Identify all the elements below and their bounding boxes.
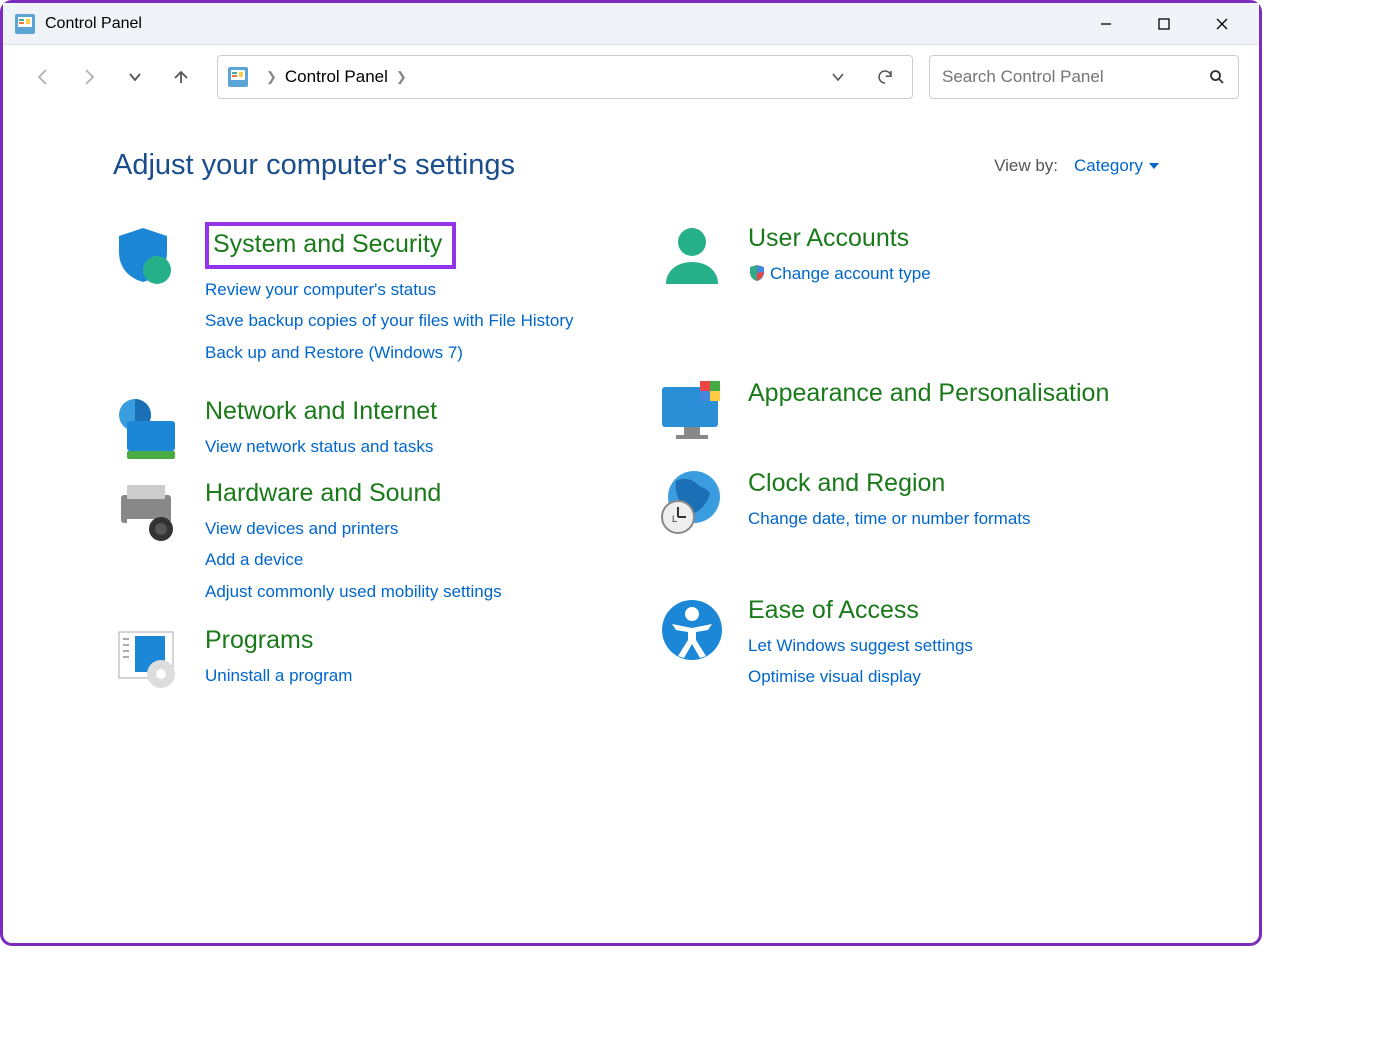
address-dropdown-icon[interactable]	[830, 69, 846, 85]
printer-icon	[113, 477, 185, 549]
toolbar: ❯ Control Panel ❯	[3, 45, 1259, 109]
category-link[interactable]: Change date, time or number formats	[748, 506, 1159, 532]
shield-icon	[113, 222, 185, 294]
chevron-down-icon	[1149, 163, 1159, 169]
category-link[interactable]: Review your computer's status	[205, 277, 616, 303]
titlebar: Control Panel	[3, 3, 1259, 45]
view-by-dropdown[interactable]: Category	[1074, 156, 1159, 176]
category-link[interactable]: Adjust commonly used mobility settings	[205, 579, 616, 605]
category-user-accounts: User Accounts Change account type	[656, 222, 1159, 365]
category-clock-region: L Clock and Region Change date, time or …	[656, 467, 1159, 604]
category-programs: Programs Uninstall a program	[113, 624, 616, 696]
forward-button[interactable]	[69, 57, 109, 97]
address-bar[interactable]: ❯ Control Panel ❯	[217, 55, 913, 99]
back-button[interactable]	[23, 57, 63, 97]
category-link[interactable]: Save backup copies of your files with Fi…	[205, 308, 616, 334]
category-title[interactable]: System and Security	[213, 228, 442, 261]
category-link[interactable]: Change account type	[748, 261, 1159, 287]
window-controls	[1077, 5, 1251, 43]
control-panel-icon	[15, 14, 35, 34]
refresh-icon[interactable]	[876, 68, 894, 86]
category-link[interactable]: Optimise visual display	[748, 664, 1159, 690]
category-link[interactable]: Uninstall a program	[205, 663, 616, 689]
recent-dropdown[interactable]	[115, 57, 155, 97]
breadcrumb-separator: ❯	[266, 69, 277, 85]
view-by-value: Category	[1074, 156, 1143, 176]
category-hardware-sound: Hardware and Sound View devices and prin…	[113, 477, 616, 604]
search-icon[interactable]	[1208, 68, 1226, 86]
category-link[interactable]: Back up and Restore (Windows 7)	[205, 340, 616, 366]
category-network: Network and Internet View network status…	[113, 395, 616, 467]
programs-icon	[113, 624, 185, 696]
view-by-label: View by:	[994, 156, 1058, 176]
globe-clock-icon: L	[656, 467, 728, 539]
content-area: Adjust your computer's settings View by:…	[3, 109, 1259, 736]
category-link[interactable]: Add a device	[205, 547, 616, 573]
up-button[interactable]	[161, 57, 201, 97]
category-appearance: Appearance and Personalisation	[656, 377, 1159, 467]
search-box[interactable]	[929, 55, 1239, 99]
category-link[interactable]: View network status and tasks	[205, 434, 616, 460]
accessibility-icon	[656, 594, 728, 666]
category-title[interactable]: Clock and Region	[748, 467, 945, 500]
monitor-icon	[656, 377, 728, 449]
close-button[interactable]	[1193, 5, 1251, 43]
highlight-annotation: System and Security	[205, 222, 456, 269]
category-title[interactable]: Appearance and Personalisation	[748, 377, 1109, 410]
user-icon	[656, 222, 728, 294]
category-title[interactable]: Programs	[205, 624, 313, 657]
maximize-button[interactable]	[1135, 5, 1193, 43]
breadcrumb-separator: ❯	[396, 69, 407, 85]
category-link[interactable]: Let Windows suggest settings	[748, 633, 1159, 659]
page-heading: Adjust your computer's settings	[113, 149, 515, 182]
network-icon	[113, 395, 185, 467]
category-link[interactable]: View devices and printers	[205, 516, 616, 542]
breadcrumb-item[interactable]: Control Panel	[285, 67, 388, 87]
category-system-security: System and Security Review your computer…	[113, 222, 616, 365]
category-title[interactable]: Ease of Access	[748, 594, 919, 627]
minimize-button[interactable]	[1077, 5, 1135, 43]
svg-text:L: L	[672, 514, 677, 524]
category-title[interactable]: Network and Internet	[205, 395, 437, 428]
window-title: Control Panel	[45, 15, 142, 33]
link-text: Change account type	[770, 264, 931, 283]
category-title[interactable]: User Accounts	[748, 222, 909, 255]
category-ease-of-access: Ease of Access Let Windows suggest setti…	[656, 594, 1159, 696]
view-by: View by: Category	[994, 156, 1159, 176]
category-title[interactable]: Hardware and Sound	[205, 477, 441, 510]
uac-shield-icon	[748, 264, 766, 282]
search-input[interactable]	[942, 67, 1208, 87]
address-icon	[228, 67, 248, 87]
